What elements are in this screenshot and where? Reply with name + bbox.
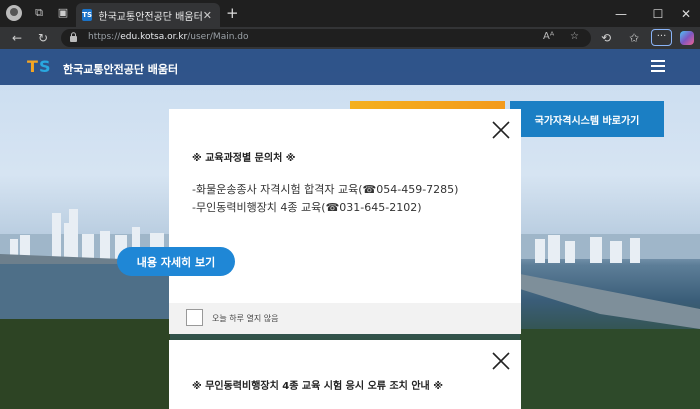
browser-tab[interactable]: TS 한국교통안전공단 배움터 ✕ <box>76 3 220 27</box>
minimize-icon[interactable]: — <box>606 0 636 27</box>
svg-text:T: T <box>27 58 38 74</box>
lock-icon <box>70 32 77 42</box>
settings-menu-button[interactable]: ··· <box>651 29 672 46</box>
tab-title: 한국교통안전공단 배움터 <box>98 11 203 23</box>
close-icon[interactable] <box>491 120 511 140</box>
notice-popup-drone-exam: ※ 무인동력비행장치 4종 교육 시험 응시 오류 조치 안내 ※ <box>169 340 521 409</box>
url-host: edu.kotsa.or.kr <box>120 32 188 42</box>
site-header: T S 한국교통안전공단 배움터 <box>0 49 700 85</box>
url-text: https://edu.kotsa.or.kr/user/Main.do <box>88 32 249 42</box>
collections-icon[interactable]: ⧉ <box>32 6 46 20</box>
new-tab-icon[interactable]: + <box>226 5 239 21</box>
copilot-icon[interactable] <box>680 31 694 45</box>
site-logo-text[interactable]: 한국교통안전공단 배움터 <box>63 61 178 77</box>
contact-line: -화물운송종사 자격시험 합격자 교육(☎054-459-7285) <box>192 183 459 196</box>
favorite-star-icon[interactable]: ☆ <box>570 31 579 42</box>
ts-logo-icon[interactable]: T S <box>27 58 59 74</box>
svg-text:S: S <box>39 58 51 74</box>
favorites-icon[interactable]: ✩ <box>626 30 642 46</box>
url-prefix: https:// <box>88 32 121 42</box>
popup-heading: ※ 무인동력비행장치 4종 교육 시험 응시 오류 조치 안내 ※ <box>192 381 443 392</box>
profile-avatar-icon[interactable] <box>6 5 22 21</box>
extensions-icon[interactable]: ⟲ <box>598 30 614 46</box>
page-viewport: T S 한국교통안전공단 배움터 국가자격시스템 바로가기 ※ 교육과정별 문의… <box>0 49 700 409</box>
dont-show-today-checkbox[interactable] <box>186 309 203 326</box>
browser-nav-bar: ← ↻ https://edu.kotsa.or.kr/user/Main.do… <box>0 27 700 49</box>
contact-line: -무인동력비행장치 4종 교육(☎031-645-2102) <box>192 201 422 214</box>
url-path: /user/Main.do <box>187 32 249 42</box>
popup-heading: ※ 교육과정별 문의처 ※ <box>192 153 296 164</box>
maximize-icon[interactable]: ☐ <box>643 0 673 27</box>
tab-favicon-icon: TS <box>82 9 93 21</box>
national-qualification-button[interactable]: 국가자격시스템 바로가기 <box>510 101 664 137</box>
view-details-button[interactable]: 내용 자세히 보기 <box>117 247 235 276</box>
refresh-icon[interactable]: ↻ <box>35 30 51 46</box>
dont-show-today-label[interactable]: 오늘 하루 열지 않음 <box>212 313 279 324</box>
tab-close-icon[interactable]: ✕ <box>203 9 212 22</box>
back-icon[interactable]: ← <box>9 30 25 46</box>
browser-tab-bar: ⧉ ▣ TS 한국교통안전공단 배움터 ✕ + — ☐ ✕ <box>0 0 700 27</box>
popup-footer: 오늘 하루 열지 않음 <box>169 303 521 334</box>
close-icon[interactable] <box>491 351 511 371</box>
read-aloud-icon[interactable]: Aᴬ <box>543 31 554 42</box>
hamburger-menu-icon[interactable] <box>651 60 665 72</box>
notice-popup-contacts: ※ 교육과정별 문의처 ※ -화물운송종사 자격시험 합격자 교육(☎054-4… <box>169 109 521 333</box>
address-bar[interactable]: https://edu.kotsa.or.kr/user/Main.do Aᴬ … <box>61 29 591 47</box>
window-close-icon[interactable]: ✕ <box>672 0 700 27</box>
tab-actions-icon[interactable]: ▣ <box>56 6 70 20</box>
